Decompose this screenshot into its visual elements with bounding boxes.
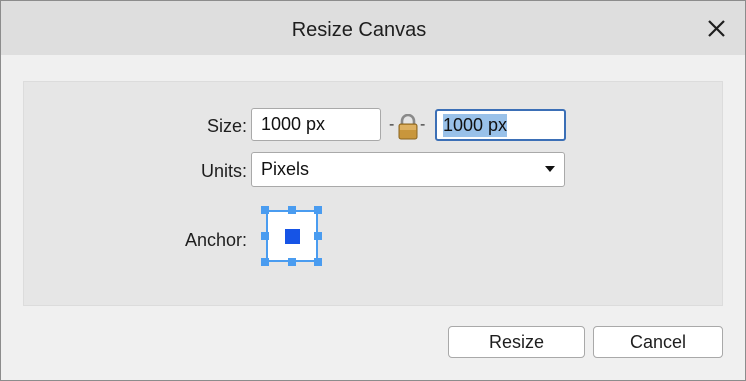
anchor-top-left[interactable] (261, 206, 269, 214)
units-label: Units: (200, 161, 247, 181)
anchor-bottom-left[interactable] (261, 258, 269, 266)
lock-icon[interactable] (397, 113, 419, 140)
units-select[interactable]: Pixels (251, 152, 565, 187)
anchor-label: Anchor: (184, 230, 247, 250)
anchor-left[interactable] (261, 232, 269, 240)
units-select-value: Pixels (261, 159, 310, 179)
height-input[interactable]: 1000 px (435, 109, 566, 141)
link-dash-right: - (420, 116, 426, 133)
anchor-top-right[interactable] (314, 206, 322, 214)
anchor-bottom[interactable] (288, 258, 296, 266)
anchor-top[interactable] (288, 206, 296, 214)
dropdown-arrow-icon (545, 166, 555, 172)
size-label: Size: (206, 116, 247, 136)
height-input-value: 1000 px (443, 113, 508, 137)
dialog-title: Resize Canvas (291, 19, 427, 41)
cancel-button[interactable]: Cancel (593, 326, 723, 358)
resize-button[interactable]: Resize (448, 326, 585, 358)
link-dash-left: - (389, 116, 395, 133)
resize-canvas-dialog: Resize Canvas Size: 1000 px - - 1000 px … (0, 0, 746, 381)
width-input[interactable]: 1000 px (251, 108, 381, 141)
anchor-right[interactable] (314, 232, 322, 240)
anchor-center[interactable] (285, 229, 300, 244)
width-input-value: 1000 px (261, 114, 326, 134)
anchor-bottom-right[interactable] (314, 258, 322, 266)
dialog-titlebar: Resize Canvas (1, 1, 745, 55)
close-icon[interactable] (705, 17, 729, 41)
